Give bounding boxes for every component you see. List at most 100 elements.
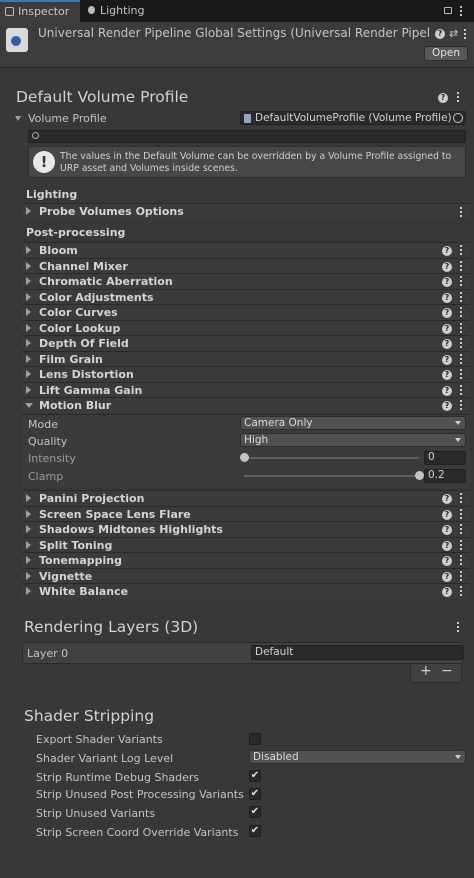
effect-search-field[interactable] xyxy=(28,130,466,143)
effect-menu-icon[interactable] xyxy=(460,322,463,335)
help-icon[interactable]: ? xyxy=(442,385,452,396)
volume-profile-field[interactable]: DefaultVolumeProfile (Volume Profile) xyxy=(240,111,466,125)
effect-menu-icon[interactable] xyxy=(460,245,463,257)
tab-inspector[interactable]: Inspector xyxy=(0,0,80,22)
clamp-slider-handle[interactable] xyxy=(415,471,424,480)
effect-menu-icon[interactable] xyxy=(460,338,463,350)
effect-split-toning-foldout[interactable]: Split Toning? xyxy=(22,536,470,553)
tab-lighting[interactable]: Lighting xyxy=(88,0,144,22)
info-icon: ! xyxy=(33,151,55,173)
help-icon[interactable]: ? xyxy=(442,246,452,256)
effect-color-curves-foldout[interactable]: Color Curves? xyxy=(22,304,470,320)
strip-screen-checkbox[interactable]: ✔ xyxy=(249,825,261,837)
help-icon[interactable]: ? xyxy=(442,261,452,272)
tab-lighting-label: Lighting xyxy=(100,4,145,17)
help-icon[interactable]: ? xyxy=(442,339,452,349)
help-icon[interactable]: ? xyxy=(442,308,452,318)
effect-white-balance-foldout[interactable]: White Balance? xyxy=(22,583,470,599)
effect-menu-icon[interactable] xyxy=(460,493,463,505)
effect-lift-gamma-gain-foldout[interactable]: Lift Gamma Gain? xyxy=(22,381,470,398)
effect-menu-icon[interactable] xyxy=(460,555,463,567)
effect-film-grain-foldout[interactable]: Film Grain? xyxy=(22,350,470,367)
log-level-dropdown[interactable]: Disabled xyxy=(249,750,466,764)
effect-screen-space-lens-flare-foldout[interactable]: Screen Space Lens Flare? xyxy=(22,505,470,522)
effect-color-adjustments-foldout[interactable]: Color Adjustments? xyxy=(22,288,470,305)
lightbulb-icon xyxy=(88,6,95,14)
intensity-slider-handle[interactable] xyxy=(240,453,249,462)
help-icon[interactable]: ? xyxy=(442,277,452,287)
volume-profile-foldout-arrow[interactable] xyxy=(15,116,21,121)
effect-menu-icon[interactable] xyxy=(460,307,463,319)
strip-post-checkbox[interactable]: ✔ xyxy=(249,788,261,800)
effect-menu-icon[interactable] xyxy=(460,570,463,583)
motion-blur-foldout[interactable]: Motion Blur ? xyxy=(22,397,470,413)
mode-dropdown[interactable]: Camera Only xyxy=(240,416,466,430)
intensity-slider-track[interactable] xyxy=(244,457,419,459)
help-icon[interactable]: ? xyxy=(442,323,452,334)
open-button[interactable]: Open xyxy=(423,46,468,61)
effect-menu-icon[interactable] xyxy=(460,291,463,304)
effect-channel-mixer-foldout[interactable]: Channel Mixer? xyxy=(22,257,470,274)
effect-vignette-foldout[interactable]: Vignette? xyxy=(22,567,470,584)
effect-menu-icon[interactable] xyxy=(460,586,463,598)
quality-value: High xyxy=(244,434,269,446)
probe-volumes-menu-icon[interactable] xyxy=(460,207,463,219)
clamp-field[interactable]: 0.2 xyxy=(424,469,466,483)
info-text: The values in the Default Volume can be … xyxy=(60,151,452,174)
layer-0-field[interactable]: Default xyxy=(251,645,463,660)
asset-title: Universal Render Pipeline Global Setting… xyxy=(38,26,431,40)
shader-stripping-title: Shader Stripping xyxy=(24,707,155,725)
default-volume-help-icon[interactable]: ? xyxy=(438,93,448,103)
probe-volumes-foldout[interactable]: Probe Volumes Options xyxy=(22,203,470,219)
help-icon[interactable]: ? xyxy=(435,29,445,39)
strip-debug-checkbox[interactable]: ✔ xyxy=(249,770,261,782)
help-icon[interactable]: ? xyxy=(442,525,452,535)
help-icon[interactable]: ? xyxy=(442,587,452,597)
effect-lens-distortion-foldout[interactable]: Lens Distortion? xyxy=(22,366,470,382)
inspector-header: Universal Render Pipeline Global Setting… xyxy=(0,22,474,68)
effect-panini-projection-foldout[interactable]: Panini Projection? xyxy=(22,490,470,506)
effect-depth-of-field-foldout[interactable]: Depth Of Field? xyxy=(22,335,470,351)
motion-blur-label: Motion Blur xyxy=(39,399,112,412)
tab-menu-icon[interactable] xyxy=(460,6,463,18)
quality-dropdown[interactable]: High xyxy=(240,433,466,447)
help-icon[interactable]: ? xyxy=(442,556,452,566)
export-shader-variants-checkbox[interactable] xyxy=(249,733,261,745)
effect-color-lookup-foldout[interactable]: Color Lookup? xyxy=(22,319,470,336)
strip-unused-checkbox[interactable]: ✔ xyxy=(249,806,261,818)
clamp-slider-track[interactable] xyxy=(244,475,419,477)
intensity-field[interactable]: 0 xyxy=(424,451,466,465)
effect-menu-icon[interactable] xyxy=(460,524,463,536)
default-volume-menu-icon[interactable] xyxy=(457,92,460,104)
effect-menu-icon[interactable] xyxy=(460,353,463,366)
effect-menu-icon[interactable] xyxy=(460,508,463,521)
effect-shadows-midtones-highlights-foldout[interactable]: Shadows Midtones Highlights? xyxy=(22,521,470,537)
effect-menu-icon[interactable] xyxy=(460,276,463,288)
rendering-layers-menu-icon[interactable] xyxy=(457,622,460,634)
effect-bloom-foldout[interactable]: Bloom? xyxy=(22,242,470,258)
effect-label: Depth Of Field xyxy=(39,337,129,350)
effect-menu-icon[interactable] xyxy=(460,384,463,397)
volume-profile-value: DefaultVolumeProfile (Volume Profile) xyxy=(255,112,452,124)
effect-menu-icon[interactable] xyxy=(460,260,463,273)
effect-menu-icon[interactable] xyxy=(460,369,463,381)
help-icon[interactable]: ? xyxy=(442,494,452,504)
help-icon[interactable]: ? xyxy=(442,571,452,582)
help-icon[interactable]: ? xyxy=(442,509,452,520)
motion-blur-menu-icon[interactable] xyxy=(460,400,463,412)
remove-layer-button[interactable]: − xyxy=(441,663,453,679)
effect-label: Color Curves xyxy=(39,306,118,319)
lock-icon[interactable] xyxy=(444,7,452,14)
preset-icon[interactable]: ⇄ xyxy=(449,27,458,40)
help-icon[interactable]: ? xyxy=(442,292,452,303)
effect-menu-icon[interactable] xyxy=(460,539,463,552)
object-picker-icon[interactable] xyxy=(453,113,463,123)
effect-chromatic-aberration-foldout[interactable]: Chromatic Aberration? xyxy=(22,273,470,289)
header-menu-icon[interactable] xyxy=(464,29,467,41)
motion-blur-help-icon[interactable]: ? xyxy=(442,401,452,411)
help-icon[interactable]: ? xyxy=(442,354,452,365)
add-layer-button[interactable]: + xyxy=(420,663,432,679)
effect-tonemapping-foldout[interactable]: Tonemapping? xyxy=(22,552,470,568)
help-icon[interactable]: ? xyxy=(442,370,452,380)
help-icon[interactable]: ? xyxy=(442,540,452,551)
